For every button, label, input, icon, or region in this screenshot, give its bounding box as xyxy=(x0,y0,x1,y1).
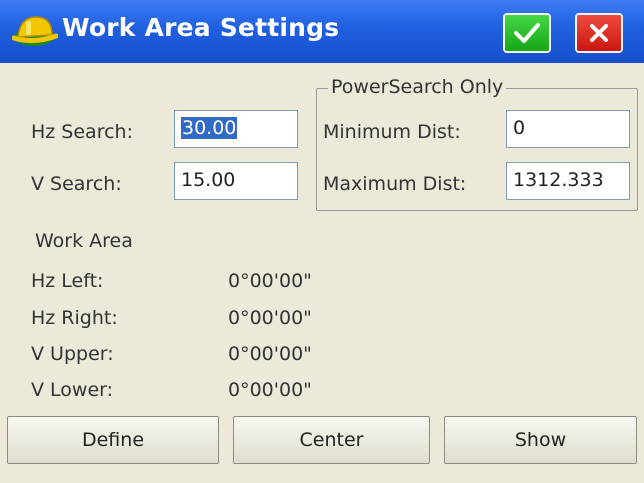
title-bar: Work Area Settings xyxy=(0,0,644,63)
hz-search-label: Hz Search: xyxy=(31,121,133,143)
v-lower-value: 0°00'00" xyxy=(228,379,312,401)
window-title: Work Area Settings xyxy=(62,13,340,42)
define-button[interactable]: Define xyxy=(7,416,219,464)
v-upper-value: 0°00'00" xyxy=(228,343,312,365)
maximum-dist-value: 1312.333 xyxy=(513,169,604,191)
v-search-input[interactable]: 15.00 xyxy=(174,162,298,200)
hz-left-label: Hz Left: xyxy=(31,270,104,292)
hz-right-value: 0°00'00" xyxy=(228,307,312,329)
close-x-icon xyxy=(590,24,608,42)
v-search-value: 15.00 xyxy=(181,169,236,191)
minimum-dist-label: Minimum Dist: xyxy=(323,121,461,143)
minimum-dist-input[interactable]: 0 xyxy=(506,110,630,148)
powersearch-title: PowerSearch Only xyxy=(328,76,507,98)
ok-button[interactable] xyxy=(503,13,551,53)
v-search-label: V Search: xyxy=(31,173,122,195)
work-area-heading: Work Area xyxy=(35,230,133,252)
hardhat-icon xyxy=(12,16,58,46)
v-lower-label: V Lower: xyxy=(31,379,114,401)
maximum-dist-label: Maximum Dist: xyxy=(323,173,467,195)
hz-search-input[interactable]: 30.00 xyxy=(174,110,298,148)
center-button[interactable]: Center xyxy=(233,416,430,464)
minimum-dist-value: 0 xyxy=(513,117,526,139)
hz-right-label: Hz Right: xyxy=(31,307,118,329)
maximum-dist-input[interactable]: 1312.333 xyxy=(506,162,630,200)
hz-search-value: 30.00 xyxy=(181,117,238,139)
hz-left-value: 0°00'00" xyxy=(228,270,312,292)
show-button[interactable]: Show xyxy=(444,416,637,464)
checkmark-icon xyxy=(514,23,540,43)
v-upper-label: V Upper: xyxy=(31,343,114,365)
close-button[interactable] xyxy=(575,13,623,53)
